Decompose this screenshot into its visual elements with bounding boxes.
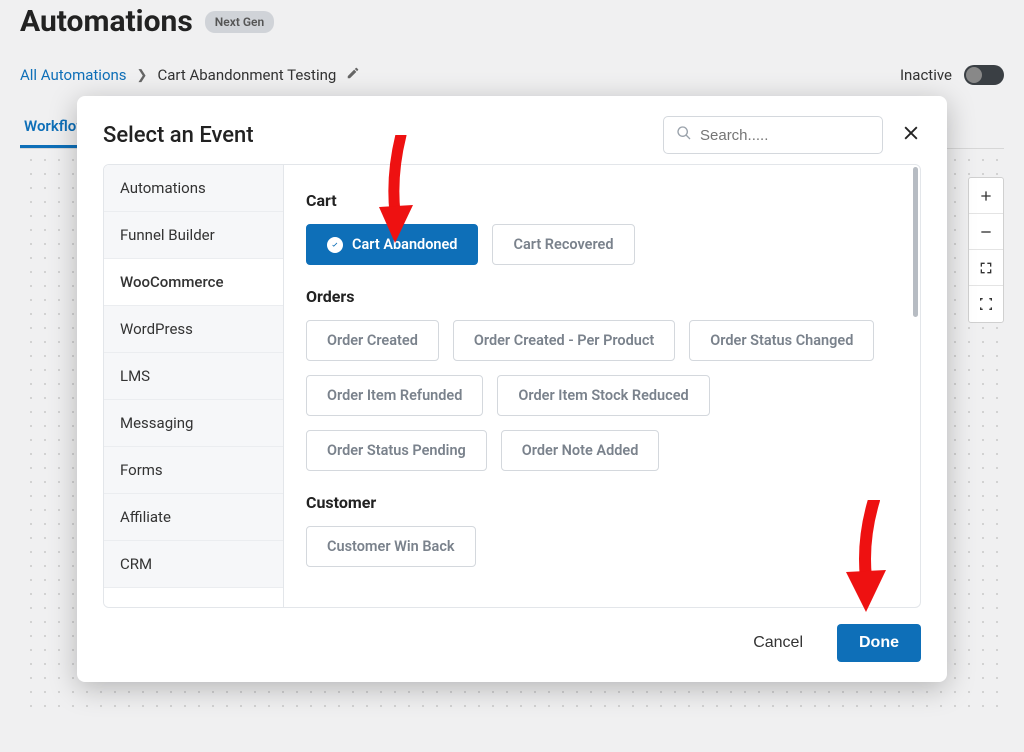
sidebar-item-affiliate[interactable]: Affiliate bbox=[104, 494, 283, 541]
sidebar-item-forms[interactable]: Forms bbox=[104, 447, 283, 494]
event-order-created[interactable]: Order Created bbox=[306, 320, 439, 361]
check-icon bbox=[327, 237, 343, 253]
event-order-status-changed[interactable]: Order Status Changed bbox=[689, 320, 874, 361]
event-label: Order Item Stock Reduced bbox=[518, 387, 688, 404]
close-button[interactable] bbox=[901, 123, 921, 147]
search-input[interactable] bbox=[700, 127, 870, 144]
event-label: Order Created bbox=[327, 332, 418, 349]
sidebar-item-messaging[interactable]: Messaging bbox=[104, 400, 283, 447]
scrollbar-thumb[interactable] bbox=[913, 167, 918, 317]
sidebar-item-woocommerce[interactable]: WooCommerce bbox=[104, 259, 283, 306]
modal-title: Select an Event bbox=[103, 123, 254, 148]
cancel-button[interactable]: Cancel bbox=[737, 624, 819, 662]
section-title-orders: Orders bbox=[306, 287, 898, 306]
event-order-item-refunded[interactable]: Order Item Refunded bbox=[306, 375, 483, 416]
sidebar-item-crm[interactable]: CRM bbox=[104, 541, 283, 588]
event-label: Order Status Pending bbox=[327, 442, 466, 459]
event-order-status-pending[interactable]: Order Status Pending bbox=[306, 430, 487, 471]
sidebar-item-wordpress[interactable]: WordPress bbox=[104, 306, 283, 353]
event-list: Cart Cart Abandoned Cart Recovered Order bbox=[284, 165, 920, 607]
event-label: Cart Recovered bbox=[513, 236, 613, 253]
sidebar-item-funnel-builder[interactable]: Funnel Builder bbox=[104, 212, 283, 259]
event-label: Order Status Changed bbox=[710, 332, 853, 349]
sidebar-item-automations[interactable]: Automations bbox=[104, 165, 283, 212]
event-order-note-added[interactable]: Order Note Added bbox=[501, 430, 660, 471]
search-icon bbox=[676, 125, 692, 145]
event-order-created-per-product[interactable]: Order Created - Per Product bbox=[453, 320, 675, 361]
sidebar-item-lms[interactable]: LMS bbox=[104, 353, 283, 400]
search-input-wrap[interactable] bbox=[663, 116, 883, 154]
event-label: Customer Win Back bbox=[327, 538, 455, 555]
section-title-cart: Cart bbox=[306, 191, 898, 210]
event-label: Order Note Added bbox=[522, 442, 639, 459]
event-customer-win-back[interactable]: Customer Win Back bbox=[306, 526, 476, 567]
event-order-item-stock-reduced[interactable]: Order Item Stock Reduced bbox=[497, 375, 709, 416]
category-sidebar: Automations Funnel Builder WooCommerce W… bbox=[104, 165, 284, 607]
event-cart-recovered[interactable]: Cart Recovered bbox=[492, 224, 634, 265]
event-label: Order Created - Per Product bbox=[474, 332, 654, 349]
event-cart-abandoned[interactable]: Cart Abandoned bbox=[306, 224, 478, 265]
event-label: Order Item Refunded bbox=[327, 387, 462, 404]
event-label: Cart Abandoned bbox=[352, 236, 457, 253]
done-button[interactable]: Done bbox=[837, 624, 921, 662]
section-title-customer: Customer bbox=[306, 493, 898, 512]
select-event-modal: Select an Event Automations Funnel Build… bbox=[77, 96, 947, 682]
